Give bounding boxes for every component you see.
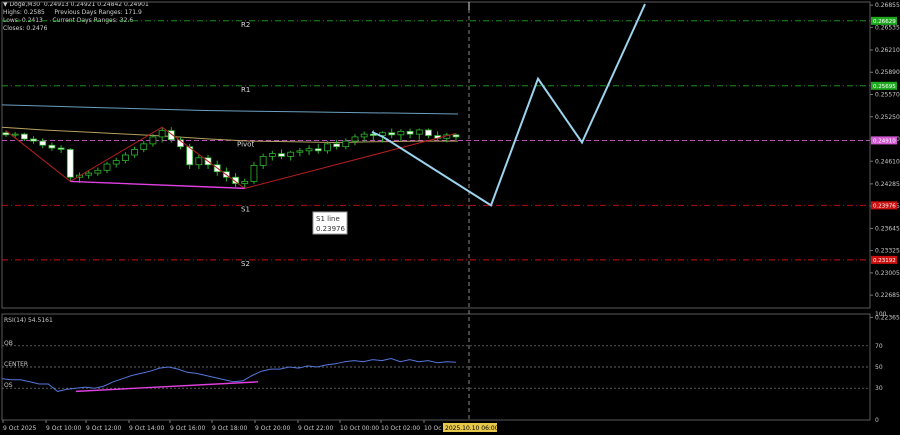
candle	[333, 143, 341, 148]
price-tick-label: 0.25890	[875, 69, 900, 76]
time-label: 9 Oct 12:00	[86, 425, 121, 432]
time-cursor-label: 2025.10.10 06:00	[445, 425, 499, 432]
candle	[324, 143, 331, 152]
candle	[158, 130, 166, 138]
candle	[351, 136, 359, 142]
rsi-tick-label: 100	[875, 311, 887, 318]
candle	[342, 140, 350, 148]
level-label-r2: R2	[241, 21, 250, 29]
level-tag-value: 0.24910	[873, 138, 896, 144]
level-tag-value: 0.23976	[873, 203, 896, 209]
time-label: 9 Oct 2025	[3, 425, 36, 432]
rsi-level-label: CENTER	[4, 361, 28, 368]
candle	[121, 154, 129, 161]
candle	[259, 155, 267, 166]
candle	[112, 160, 120, 165]
price-tick-label: 0.26855	[875, 2, 900, 9]
candle	[278, 153, 285, 157]
candle	[57, 147, 65, 150]
s1-callout-value: 0.23976	[316, 225, 345, 233]
candle	[425, 129, 432, 136]
candle	[388, 132, 396, 136]
rsi-level-label: OS	[4, 382, 13, 389]
price-tick-label: 0.23645	[875, 225, 900, 232]
candle	[94, 169, 102, 174]
candle	[30, 138, 37, 142]
candle	[149, 136, 157, 145]
price-tick-label: 0.25570	[875, 91, 900, 98]
candle	[11, 133, 19, 136]
time-label: 10 Oct 00:00	[340, 425, 379, 432]
candle	[296, 150, 304, 153]
level-label-s1: S1	[241, 205, 250, 213]
candle	[415, 129, 423, 135]
rsi-line	[1, 357, 457, 392]
rsi-tick-label: 50	[875, 364, 883, 371]
time-label: 9 Oct 20:00	[255, 425, 290, 432]
price-tick-label: 0.23005	[875, 270, 900, 277]
candle	[250, 165, 258, 182]
time-label: 9 Oct 22:00	[298, 425, 333, 432]
price-tick-label: 0.22685	[875, 292, 900, 299]
price-tick-label: 0.24285	[875, 181, 900, 188]
candle	[195, 157, 203, 166]
price-tick-label: 0.25250	[875, 114, 900, 121]
candle	[66, 149, 74, 178]
rsi-tick-label: 70	[875, 343, 883, 350]
time-label: 9 Oct 10:00	[46, 425, 81, 432]
rsi-label: RSI(14) 54.5161	[4, 317, 53, 324]
candle	[406, 130, 414, 135]
candle	[360, 133, 368, 138]
ma-slow-line	[1, 104, 459, 115]
candle	[397, 130, 405, 136]
candle	[268, 153, 276, 157]
price-chart[interactable]: 0.26855 0.26535 0.26210 0.25890 0.25570 0.252…	[0, 0, 900, 435]
s1-callout-title: S1 line	[316, 215, 340, 223]
price-tick-label: 0.24610	[875, 158, 900, 165]
candle	[48, 144, 56, 149]
time-label: 10 Oc	[424, 425, 442, 432]
candle	[20, 133, 28, 140]
candle	[2, 132, 10, 136]
candle	[85, 172, 93, 176]
time-label: 9 Oct 14:00	[129, 425, 164, 432]
time-label: 9 Oct 18:00	[212, 425, 247, 432]
rsi-tick-label: 30	[875, 385, 883, 392]
level-tag-value: 0.26629	[873, 19, 896, 25]
level-label-s2: S2	[241, 260, 250, 268]
level-label-r1: R1	[241, 86, 250, 94]
candle	[452, 134, 460, 138]
candle	[140, 143, 148, 150]
candle	[241, 181, 249, 184]
level-tag-value: 0.23192	[873, 258, 896, 264]
rsi-tick-label: 0	[875, 417, 879, 424]
forecast-path	[371, 3, 646, 207]
price-tick-label: 0.26210	[875, 47, 900, 54]
time-label: 10 Oct 02:00	[381, 425, 420, 432]
time-label: 9 Oct 16:00	[170, 425, 205, 432]
candle	[287, 151, 295, 157]
candle	[103, 163, 111, 171]
level-tag-value: 0.25695	[873, 84, 896, 90]
candle	[314, 148, 322, 152]
price-tick-label: 0.23325	[875, 248, 900, 255]
candle	[39, 140, 47, 146]
rsi-level-label: OB	[4, 340, 13, 347]
candle	[305, 148, 313, 152]
price-divergence-line	[70, 180, 245, 190]
candle	[131, 149, 138, 156]
price-tick-label: 0.26535	[875, 24, 900, 31]
